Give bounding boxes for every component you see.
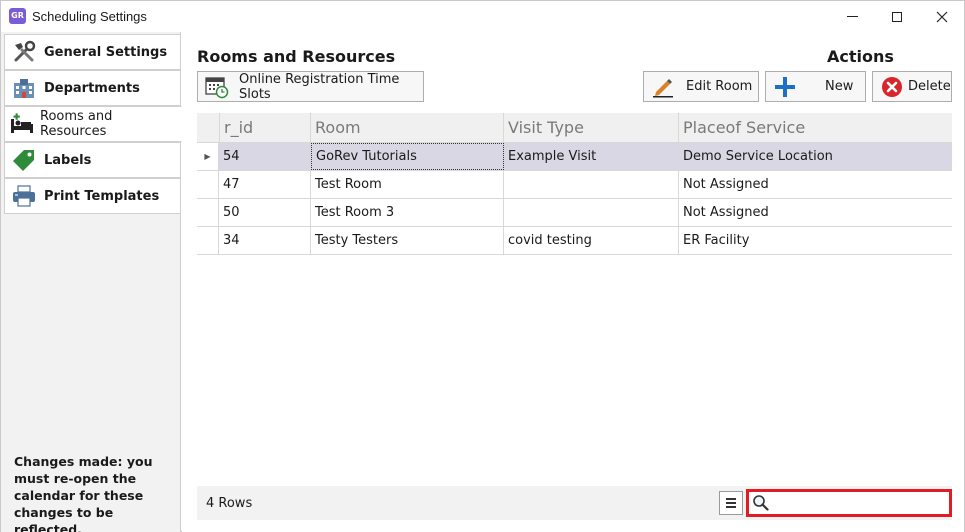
grid-footer: 4 Rows (197, 486, 952, 520)
cell-place-of-service[interactable]: Not Assigned (679, 199, 952, 226)
table-row[interactable]: 47 Test Room Not Assigned (197, 171, 952, 199)
edit-room-button[interactable]: Edit Room (643, 71, 759, 102)
cell-place-of-service[interactable]: ER Facility (679, 227, 952, 254)
grid-menu-button[interactable] (719, 491, 743, 515)
printer-icon (12, 184, 36, 208)
delete-label: Delete (908, 79, 951, 94)
section-title: Rooms and Resources (197, 47, 396, 66)
close-button[interactable] (919, 1, 965, 32)
header-indicator-cell (197, 113, 219, 142)
cell-room[interactable]: Test Room 3 (311, 199, 504, 226)
new-button[interactable]: New (765, 71, 866, 102)
sidebar-item-label: Departments (44, 80, 140, 96)
cell-room[interactable]: Testy Testers (311, 227, 504, 254)
online-registration-button[interactable]: Online Registration Time Slots (197, 71, 424, 102)
table-row[interactable]: ▶ 54 GoRev Tutorials Example Visit Demo … (197, 143, 952, 171)
rows-count: 4 Rows (206, 496, 253, 511)
scheduling-settings-window: GR Scheduling Settings General Settings (0, 0, 965, 532)
cell-visit-type[interactable] (504, 171, 679, 198)
row-indicator (197, 199, 219, 226)
calendar-clock-icon (205, 75, 229, 99)
cell-room[interactable]: GoRev Tutorials (311, 143, 504, 170)
building-icon (12, 76, 36, 100)
tools-icon (12, 40, 36, 64)
plus-icon (774, 76, 796, 98)
sidebar-item-rooms-and-resources[interactable]: Rooms and Resources (4, 106, 182, 142)
row-indicator (197, 227, 219, 254)
title-bar: GR Scheduling Settings (1, 1, 964, 32)
sidebar-item-label: Print Templates (44, 188, 160, 204)
search-icon (752, 494, 769, 516)
app-icon: GR (9, 8, 26, 24)
search-box[interactable] (746, 489, 952, 517)
rooms-grid: r_id Room Visit Type Placeof Service ▶ 5… (197, 113, 952, 255)
actions-title: Actions (827, 47, 894, 66)
cell-room[interactable]: Test Room (311, 171, 504, 198)
maximize-icon (892, 11, 902, 22)
sidebar-item-label: General Settings (44, 44, 168, 60)
cell-place-of-service[interactable]: Not Assigned (679, 171, 952, 198)
cell-r-id[interactable]: 54 (219, 143, 311, 170)
row-indicator (197, 171, 219, 198)
sidebar-item-print-templates[interactable]: Print Templates (4, 178, 181, 214)
cell-place-of-service[interactable]: Demo Service Location (679, 143, 952, 170)
main-panel: Rooms and Resources Actions Online Regis… (182, 32, 964, 532)
column-header-r-id[interactable]: r_id (219, 113, 311, 142)
grid-header: r_id Room Visit Type Placeof Service (197, 113, 952, 143)
window-title: Scheduling Settings (32, 9, 147, 24)
cell-visit-type[interactable]: Example Visit (504, 143, 679, 170)
edit-room-label: Edit Room (686, 79, 753, 94)
close-icon (936, 11, 948, 22)
minimize-icon (846, 16, 858, 17)
new-label: New (825, 79, 854, 94)
table-row[interactable]: 50 Test Room 3 Not Assigned (197, 199, 952, 227)
cell-r-id[interactable]: 50 (219, 199, 311, 226)
sidebar-item-label: Rooms and Resources (40, 109, 113, 139)
bed-icon (10, 112, 34, 136)
maximize-button[interactable] (874, 1, 920, 32)
delete-x-icon (881, 76, 903, 98)
cell-visit-type[interactable] (504, 199, 679, 226)
sidebar-item-labels[interactable]: Labels (4, 142, 181, 178)
column-header-room[interactable]: Room (311, 113, 504, 142)
column-header-place-of-service[interactable]: Placeof Service (679, 113, 952, 142)
tag-icon (12, 148, 36, 172)
cell-r-id[interactable]: 47 (219, 171, 311, 198)
row-indicator-arrow-icon: ▶ (197, 143, 219, 170)
sidebar-item-departments[interactable]: Departments (4, 70, 181, 106)
table-row[interactable]: 34 Testy Testers covid testing ER Facili… (197, 227, 952, 255)
search-input[interactable] (771, 493, 947, 513)
menu-icon (726, 498, 736, 500)
sidebar: General Settings Departments Rooms and R… (1, 32, 182, 532)
cell-r-id[interactable]: 34 (219, 227, 311, 254)
changes-note: Changes made: you must re-open the calen… (14, 454, 153, 532)
sidebar-item-label: Labels (44, 152, 92, 168)
column-header-visit-type[interactable]: Visit Type (504, 113, 679, 142)
minimize-button[interactable] (829, 1, 875, 32)
online-registration-label: Online Registration Time Slots (239, 71, 400, 102)
sidebar-item-general-settings[interactable]: General Settings (4, 34, 181, 70)
pencil-icon (652, 76, 674, 98)
delete-button[interactable]: Delete (872, 71, 952, 102)
cell-visit-type[interactable]: covid testing (504, 227, 679, 254)
